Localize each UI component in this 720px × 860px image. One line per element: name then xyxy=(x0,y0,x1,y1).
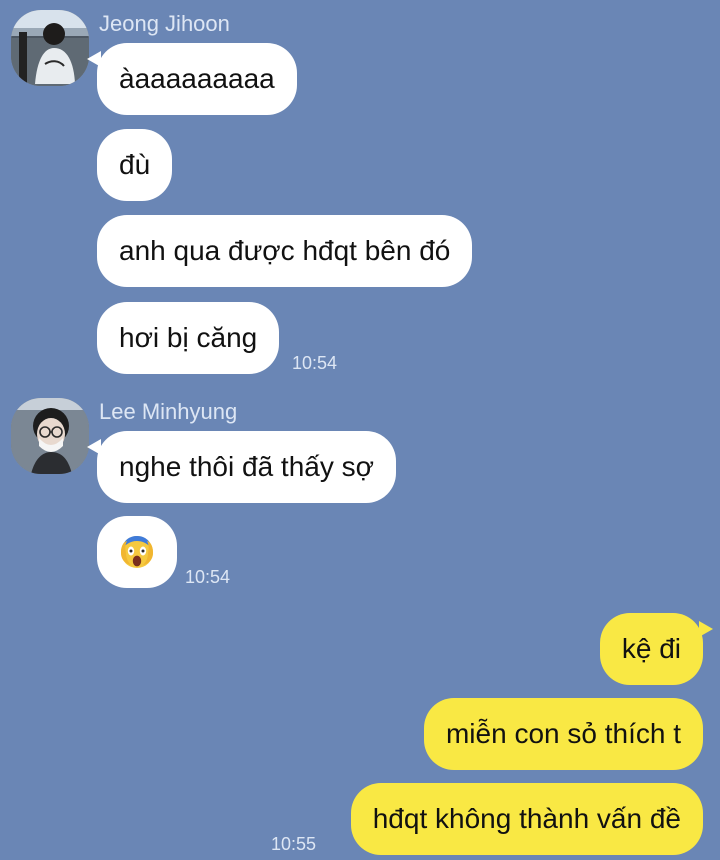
message-bubble[interactable]: miễn con sỏ thích t xyxy=(423,698,703,770)
message-bubble[interactable]: hđqt không thành vấn đề xyxy=(350,783,703,855)
message-text: miễn con sỏ thích t xyxy=(445,718,681,749)
chat-window: Jeong Jihoon àaaaaaaaaa đù anh qua được … xyxy=(0,0,720,860)
message-text: hđqt không thành vấn đề xyxy=(372,803,681,834)
message-timestamp: 10:54 xyxy=(292,353,338,373)
message-bubble[interactable]: anh qua được hđqt bên đó xyxy=(97,215,473,287)
message-bubble[interactable]: àaaaaaaaaa xyxy=(87,43,297,115)
message-text: àaaaaaaaaa xyxy=(119,63,275,94)
sender-name: Lee Minhyung xyxy=(99,399,238,424)
message-bubble[interactable]: kệ đi xyxy=(599,613,714,685)
message-text: kệ đi xyxy=(621,633,681,664)
message-text: nghe thôi đã thấy sợ xyxy=(119,451,374,482)
avatar[interactable] xyxy=(11,398,89,474)
emoji-bubble[interactable] xyxy=(97,516,177,588)
avatar[interactable] xyxy=(11,10,89,86)
sender-name: Jeong Jihoon xyxy=(99,11,230,36)
message-text: hơi bị căng xyxy=(119,322,258,353)
message-bubble[interactable]: đù xyxy=(97,129,173,201)
message-timestamp: 10:55 xyxy=(271,834,317,854)
message-bubble[interactable]: nghe thôi đã thấy sợ xyxy=(87,431,396,503)
message-text: đù xyxy=(119,149,151,180)
screaming-face-icon xyxy=(121,536,153,568)
message-text: anh qua được hđqt bên đó xyxy=(119,235,451,266)
message-bubble[interactable]: hơi bị căng xyxy=(97,302,280,374)
message-timestamp: 10:54 xyxy=(185,567,231,587)
